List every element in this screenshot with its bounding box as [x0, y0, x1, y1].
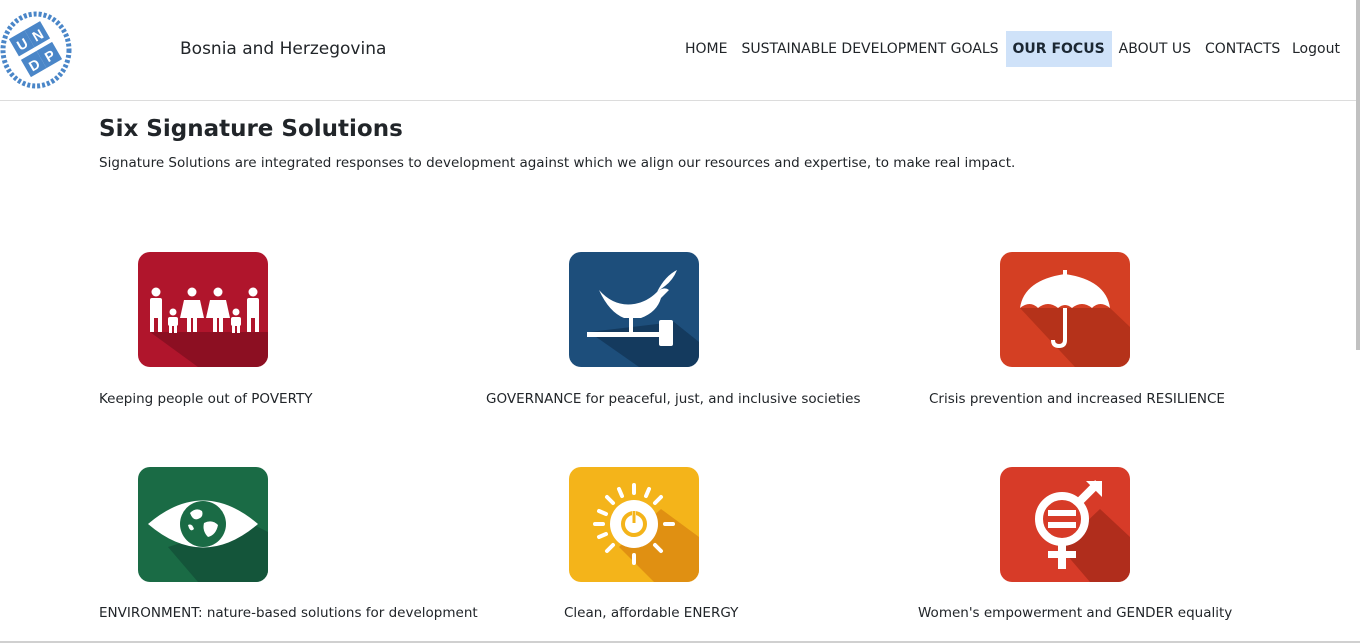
- resilience-caption[interactable]: Crisis prevention and increased RESILIEN…: [929, 391, 1225, 407]
- nav-home[interactable]: HOME: [678, 31, 734, 67]
- umbrella-icon: [1000, 252, 1130, 367]
- governance-caption[interactable]: GOVERNANCE for peaceful, just, and inclu…: [486, 391, 861, 407]
- page-description: Signature Solutions are integrated respo…: [99, 155, 1016, 171]
- resilience-tile[interactable]: [1000, 252, 1130, 367]
- energy-tile[interactable]: [569, 467, 699, 582]
- page-title: Six Signature Solutions: [99, 116, 403, 142]
- undp-logo[interactable]: U N D P: [0, 11, 72, 89]
- gender-equality-icon: [1000, 467, 1130, 582]
- energy-caption[interactable]: Clean, affordable ENERGY: [564, 605, 738, 621]
- nav-sdg[interactable]: SUSTAINABLE DEVELOPMENT GOALS: [734, 31, 1005, 67]
- nav-our-focus[interactable]: OUR FOCUS: [1005, 31, 1112, 67]
- dove-gavel-icon: [569, 252, 699, 367]
- environment-tile[interactable]: [138, 467, 268, 582]
- poverty-caption[interactable]: Keeping people out of POVERTY: [99, 391, 312, 407]
- gender-caption[interactable]: Women's empowerment and GENDER equality: [918, 605, 1232, 621]
- logout-link[interactable]: Logout: [1286, 31, 1346, 67]
- family-icon: [138, 252, 268, 367]
- nav-contacts[interactable]: CONTACTS: [1198, 31, 1287, 67]
- gender-tile[interactable]: [1000, 467, 1130, 582]
- environment-caption[interactable]: ENVIRONMENT: nature-based solutions for …: [99, 605, 478, 621]
- country-name: Bosnia and Herzegovina: [180, 39, 387, 59]
- site-header: U N D P Bosnia and Herzegovina HOME SUST…: [0, 0, 1356, 101]
- governance-tile[interactable]: [569, 252, 699, 367]
- sun-power-icon: [569, 467, 699, 582]
- page-scrollbar[interactable]: [1356, 0, 1360, 350]
- nav-about-us[interactable]: ABOUT US: [1112, 31, 1198, 67]
- eye-globe-icon: [138, 467, 268, 582]
- poverty-tile[interactable]: [138, 252, 268, 367]
- main-nav: HOME SUSTAINABLE DEVELOPMENT GOALS OUR F…: [678, 31, 1287, 67]
